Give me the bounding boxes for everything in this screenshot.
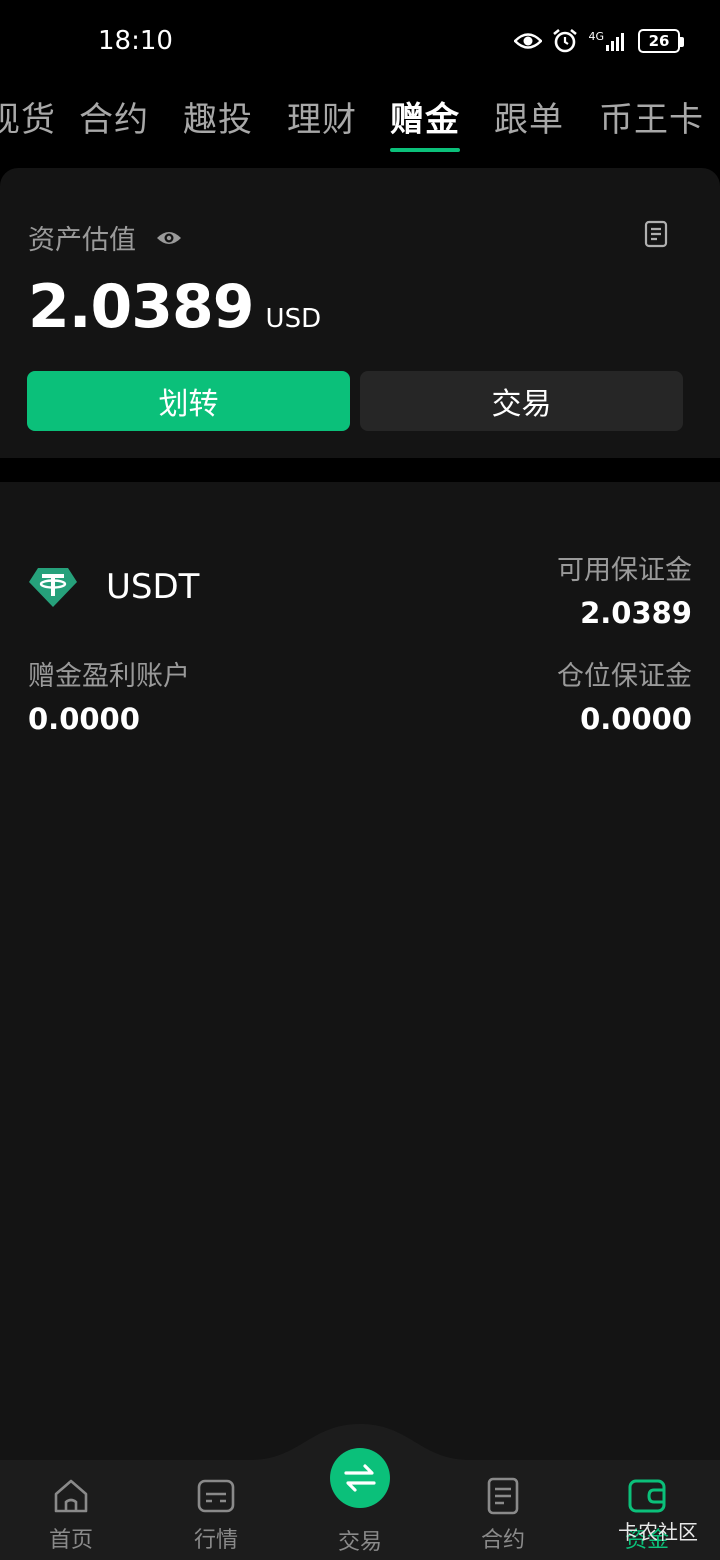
status-time: 18:10 [98, 26, 173, 56]
screen: 18:10 4G 26 现货 合约 趣投 理财 赠金 跟单 币王卡 资产估值 2… [0, 0, 720, 1560]
available-margin-value: 2.0389 [580, 596, 692, 630]
tab-king-card[interactable]: 币王卡 [599, 92, 704, 141]
coin-name: USDT [106, 567, 200, 607]
tab-contract[interactable]: 合约 [79, 92, 149, 141]
battery-icon: 26 [638, 29, 684, 53]
home-icon [54, 1479, 88, 1513]
coin-row: USDT [28, 566, 199, 608]
tab-spot[interactable]: 现货 [0, 92, 56, 141]
eye-icon[interactable] [156, 229, 182, 247]
active-tab-indicator [390, 148, 460, 152]
nav-home[interactable]: 首页 [16, 1476, 126, 1554]
asset-unit: USD [265, 304, 322, 334]
nav-trade-label[interactable]: 交易 [305, 1524, 415, 1556]
bonus-account-section: USDT 可用保证金 2.0389 赠金盈利账户 0.0000 仓位保证金 0.… [0, 482, 720, 1560]
nav-market[interactable]: 行情 [161, 1476, 271, 1554]
tab-wealth[interactable]: 理财 [287, 92, 357, 141]
tab-copy-trading[interactable]: 跟单 [494, 92, 564, 141]
nav-market-label: 行情 [193, 1528, 238, 1553]
status-icons: 4G 26 [514, 28, 684, 54]
wallet-icon [628, 1479, 666, 1513]
usdt-icon [29, 568, 77, 607]
asset-card: 资产估值 2.0389 USD 划转 交易 [0, 168, 720, 458]
nav-home-label: 首页 [48, 1528, 93, 1553]
alarm-icon [553, 28, 578, 53]
battery-level: 26 [648, 32, 670, 50]
asset-value: 2.0389 [28, 272, 255, 342]
bottom-nav: 首页 行情 交易 合约 资金 卡农社区 [0, 1420, 720, 1560]
eye-icon [514, 33, 543, 49]
nav-trade-button[interactable] [330, 1448, 390, 1508]
asset-label: 资产估值 [28, 225, 136, 256]
tab-fun-invest[interactable]: 趣投 [183, 92, 253, 141]
nav-contract[interactable]: 合约 [448, 1476, 558, 1554]
status-bar: 18:10 4G 26 [0, 0, 720, 80]
asset-value-row: 2.0389 USD [28, 272, 321, 342]
market-icon [197, 1479, 235, 1513]
nav-contract-label: 合约 [480, 1528, 525, 1553]
trade-swap-icon [344, 1464, 376, 1492]
tab-bonus[interactable]: 赠金 [390, 92, 460, 141]
top-tabs: 现货 合约 趣投 理财 赠金 跟单 币王卡 [0, 84, 720, 154]
transfer-button[interactable]: 划转 [27, 371, 350, 431]
bonus-profit-label: 赠金盈利账户 [28, 661, 190, 692]
asset-label-row: 资产估值 [28, 218, 182, 257]
trade-button[interactable]: 交易 [360, 371, 683, 431]
position-margin-value: 0.0000 [580, 702, 692, 736]
network-type: 4G [588, 30, 604, 43]
signal-icon: 4G [588, 31, 628, 51]
bonus-profit-value: 0.0000 [28, 702, 140, 736]
position-margin-label: 仓位保证金 [557, 661, 692, 692]
record-icon[interactable] [644, 220, 668, 248]
watermark: 卡农社区 [618, 1520, 698, 1544]
contract-icon [487, 1477, 519, 1515]
available-margin-label: 可用保证金 [557, 555, 692, 586]
